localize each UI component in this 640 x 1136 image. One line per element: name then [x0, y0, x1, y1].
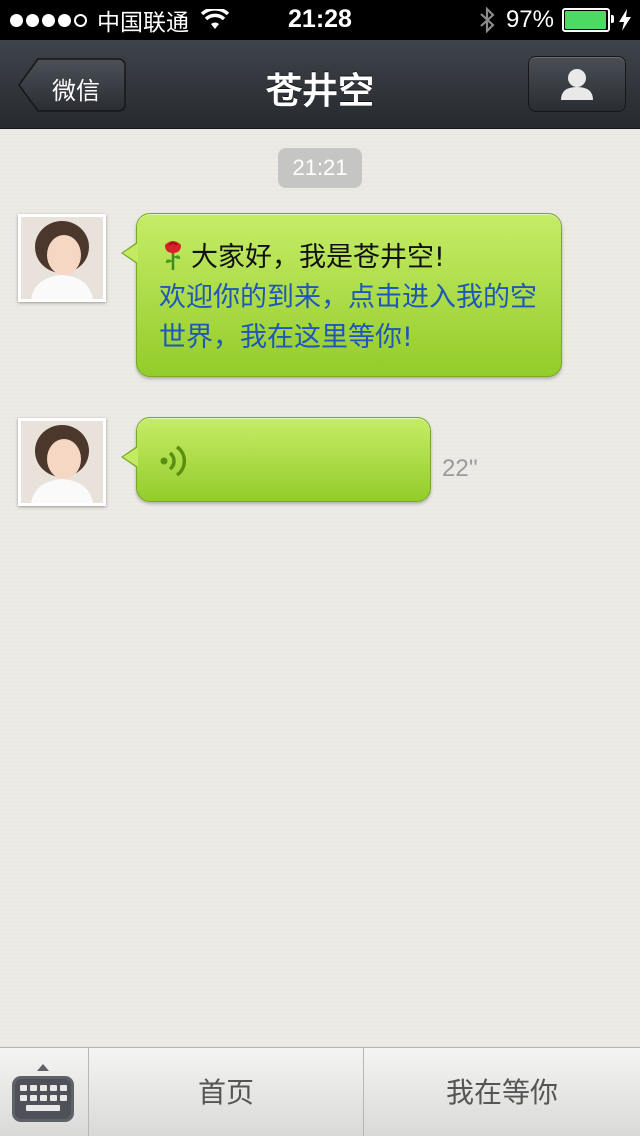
message-text: 大家好，我是苍井空! 欢迎你的到来，点击进入我的空世界，我在这里等你!	[159, 238, 549, 358]
keyboard-toggle-button[interactable]	[0, 1048, 89, 1136]
navigation-bar: 微信 苍井空	[0, 40, 640, 129]
battery-percent: 97%	[505, 6, 554, 33]
sender-avatar[interactable]	[18, 418, 106, 506]
voice-message-bubble[interactable]	[121, 417, 431, 502]
status-right: 97%	[478, 5, 632, 35]
bottom-menu-bar: 首页 我在等你	[0, 1047, 640, 1136]
enter-world-link[interactable]: 欢迎你的到来，点击进入我的空世界，我在这里等你!	[159, 282, 537, 353]
menu-item-waiting[interactable]: 我在等你	[364, 1048, 640, 1136]
bluetooth-icon	[480, 7, 495, 33]
keyboard-icon	[12, 1064, 74, 1122]
chat-title: 苍井空	[265, 71, 374, 112]
text-message-bubble[interactable]: 大家好，我是苍井空! 欢迎你的到来，点击进入我的空世界，我在这里等你!	[121, 213, 562, 377]
chat-area[interactable]: 21:21 大家好，我是苍井空! 欢迎你的到来，点击进入我的空世界，我在这里等你…	[0, 129, 640, 1047]
status-bar: 中国联通 21:28 97%	[0, 0, 640, 40]
battery-fill	[565, 11, 606, 29]
message-timestamp: 21:21	[278, 148, 362, 188]
voice-wave-icon	[160, 445, 187, 477]
rose-icon	[165, 241, 181, 270]
back-label: 微信	[52, 77, 100, 105]
profile-button[interactable]	[528, 56, 626, 112]
back-button[interactable]: 微信	[18, 58, 126, 112]
person-icon	[561, 69, 593, 100]
sender-avatar[interactable]	[18, 214, 106, 302]
voice-duration: 22''	[442, 455, 478, 482]
greeting-text: 大家好，我是苍井空!	[191, 242, 445, 273]
battery-icon	[562, 8, 614, 32]
charging-icon	[619, 9, 631, 31]
menu-item-home[interactable]: 首页	[89, 1048, 364, 1136]
